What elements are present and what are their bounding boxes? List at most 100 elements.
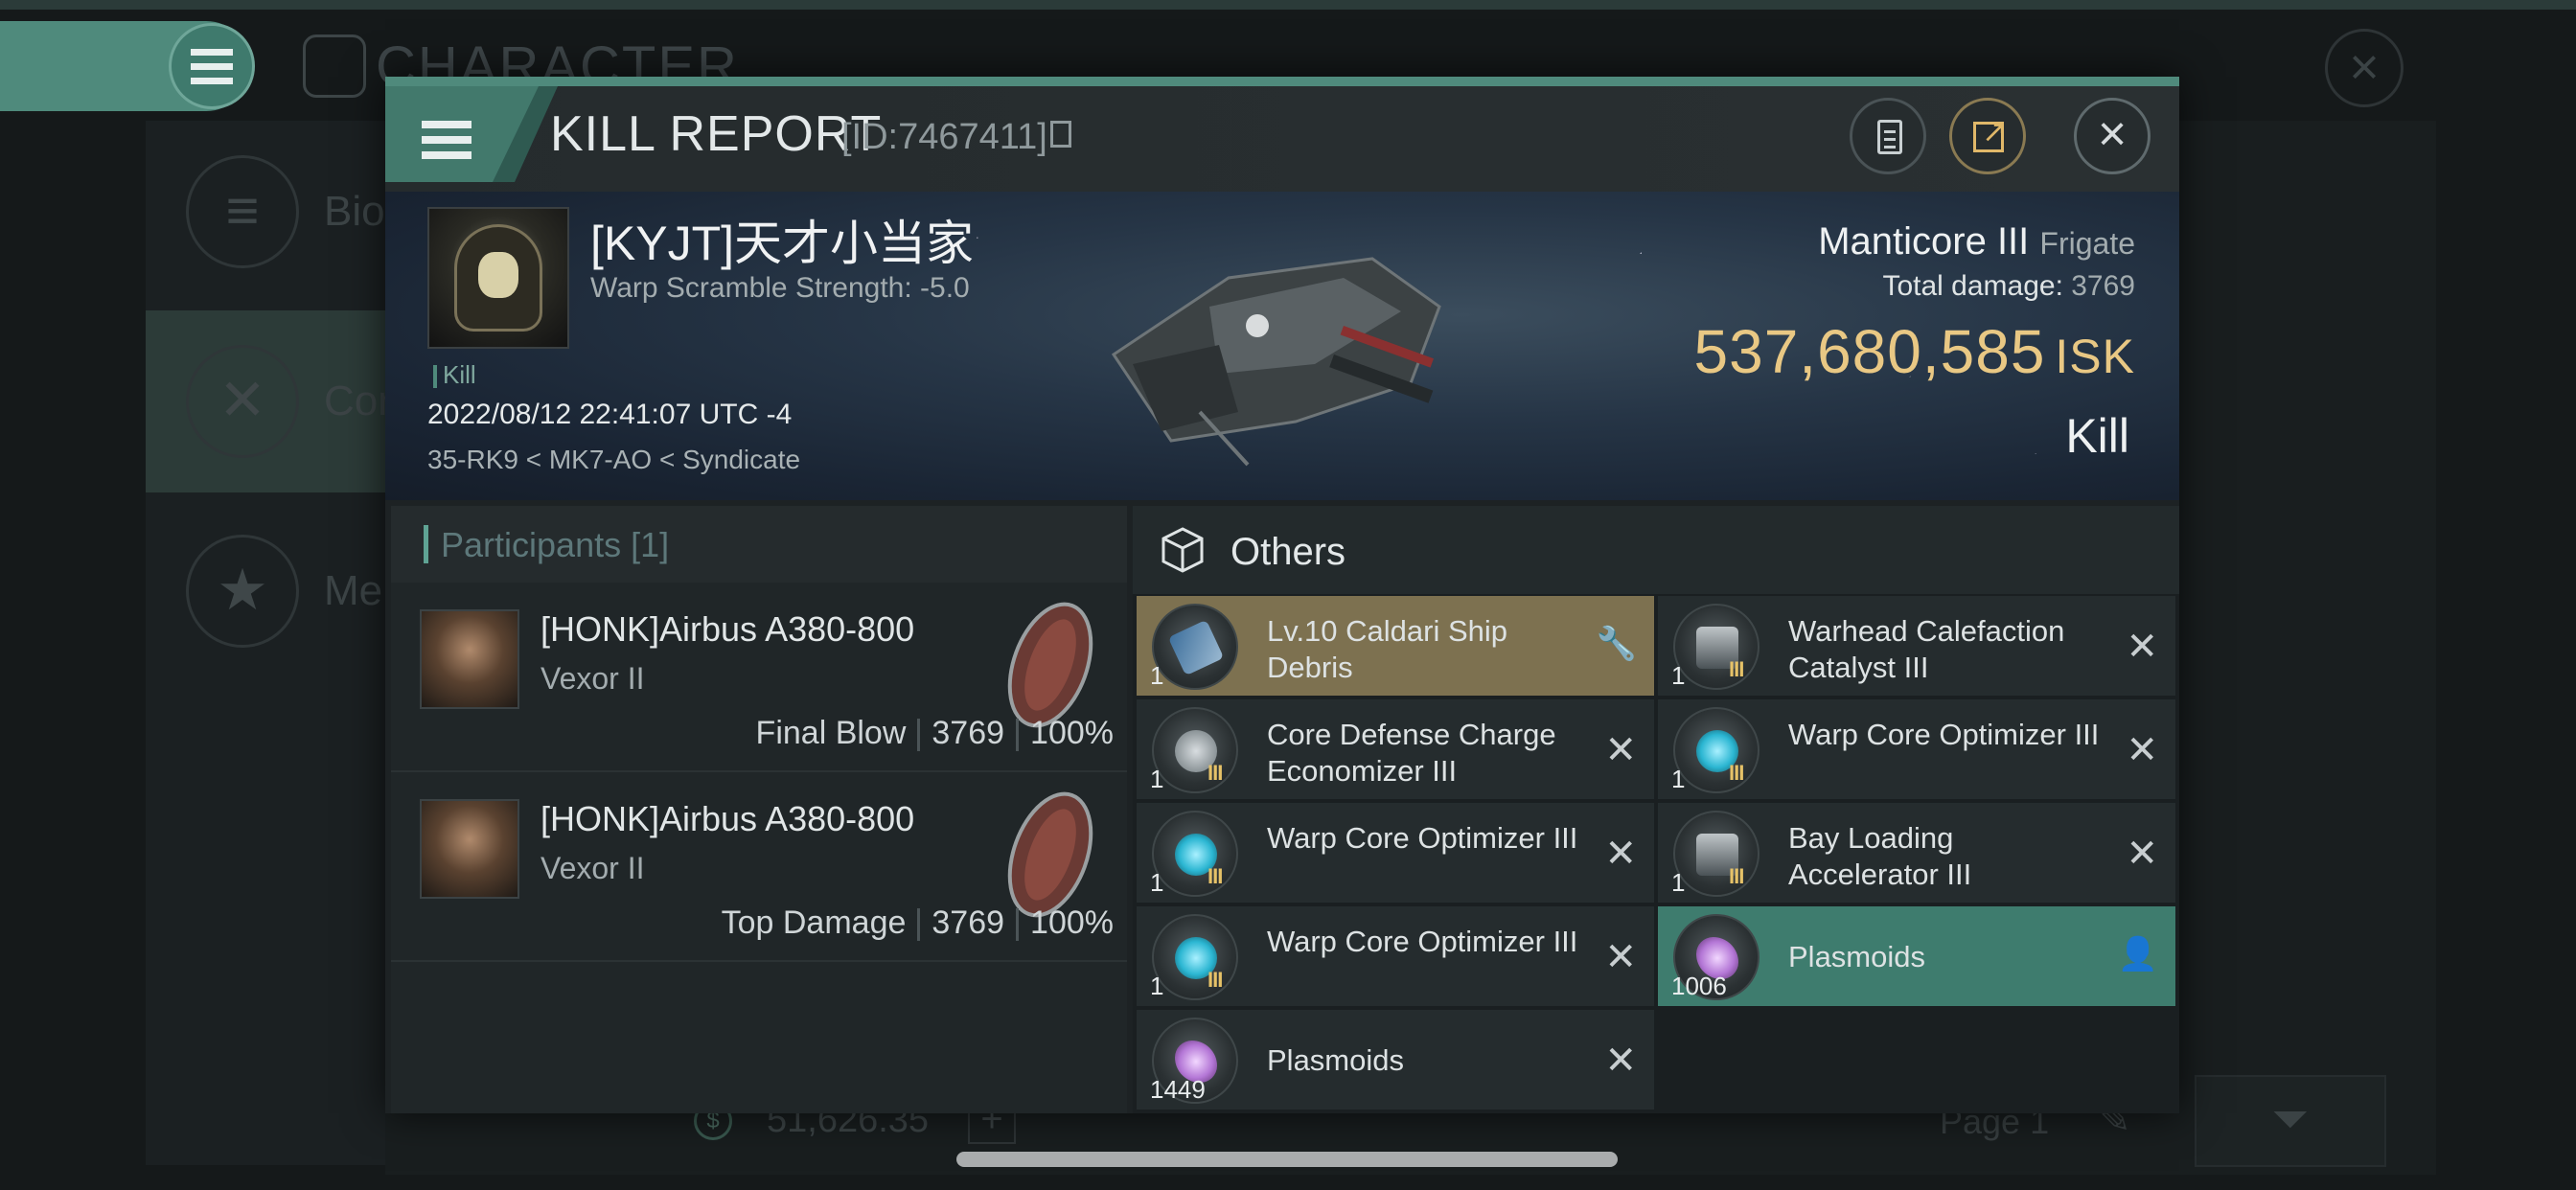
kill-tag-label: Kill [443,360,476,389]
tier-badge: III [1729,657,1744,681]
item-warp-core[interactable]: III 1 Warp Core Optimizer III ✕ [1137,803,1654,904]
menu-icon [191,48,233,84]
menu-icon [422,121,472,159]
filter-button[interactable]: ⏷ [2195,1075,2386,1167]
tier-badge: III [1208,761,1223,785]
warp-scramble-strength: Warp Scramble Strength: -5.0 [590,272,970,304]
attacker-name: [HONK]Airbus A380-800 [540,799,915,838]
participants-title: Participants [1] [441,525,670,564]
hood [454,224,542,332]
items-panel: Others 1 Lv.10 Caldari Ship Debris 🔧 III… [1133,506,2179,1113]
warp-core-icon [1673,707,1760,793]
face [478,252,518,298]
item-name: Lv.10 Caldari Ship Debris [1267,614,1508,684]
item-name: Warp Core Optimizer III [1267,821,1578,855]
screen-close-button[interactable]: × [2325,29,2404,107]
kill-result: Kill [2065,409,2129,463]
item-bay-loading[interactable]: III 1 Bay Loading Accelerator III ✕ [1658,803,2175,904]
item-name: Plasmoids [1267,1043,1404,1077]
attacker-percent: 100% [1030,904,1114,941]
attacker-percent: 100% [1030,715,1114,751]
item-plasmoids-looted[interactable]: 1006 Plasmoids 👤 [1658,906,2175,1008]
item-name: Core Defense Charge Economizer III [1267,718,1556,788]
star-icon: ★ [186,535,299,648]
victim-ship-image[interactable] [1094,220,1459,469]
sidebar-item-label: Me [324,567,383,614]
isk-unit: ISK [2055,330,2135,383]
attacker-ship: Vexor II [540,851,645,885]
participant-row[interactable]: [HONK]Airbus A380-800 Vexor II Top Damag… [391,772,1127,962]
destroyed-icon: ✕ [2126,729,2158,771]
crossed-swords-icon: ✕ [186,345,299,458]
item-quantity: 1 [1671,868,1686,897]
victim-banner: [KYJT]天才小当家 Warp Scramble Strength: -5.0… [385,192,2179,500]
kill-datetime: 2022/08/12 22:41:07 UTC -4 [427,399,793,430]
report-button[interactable] [1850,98,1926,174]
ship-debris-icon [1152,604,1238,690]
kill-id: [ID:7467411] [841,117,1047,157]
bay-loading-icon [1673,811,1760,897]
attacker-ship-image [1007,602,1093,728]
item-quantity: 1 [1150,661,1164,690]
sidebar-item-combat[interactable]: ✕ Cor [146,310,392,492]
item-name: Bay Loading Accelerator III [1788,821,1972,891]
warhead-catalyst-icon [1673,604,1760,690]
total-damage: Total damage: 3769 [1882,270,2135,303]
attacker-portrait[interactable] [420,609,519,709]
sidebar-item-bio[interactable]: ≡ Bio [146,121,385,303]
item-ship-debris[interactable]: 1 Lv.10 Caldari Ship Debris 🔧 [1137,596,1654,698]
item-quantity: 1 [1150,972,1164,1000]
tier-badge: III [1729,864,1744,888]
participant-row[interactable]: [HONK]Airbus A380-800 Vexor II Final Blo… [391,583,1127,772]
sidebar-item-medals[interactable]: ★ Me [146,500,385,682]
attacker-damage: 3769 [932,715,1005,751]
destroyed-icon: ✕ [1604,1040,1637,1082]
item-quantity: 1006 [1671,972,1727,1000]
kill-location[interactable]: 35-RK9 < MK7-AO < Syndicate [427,445,800,475]
attacker-name: [HONK]Airbus A380-800 [540,609,915,649]
items-title: Others [1230,531,1346,573]
items-header: Others [1133,506,2179,594]
attacker-stats: Final Blow 3769 100% [756,715,1114,752]
item-plasmoids[interactable]: 1449 Plasmoids ✕ [1137,1010,1654,1111]
close-button[interactable]: × [2074,98,2150,174]
isk-value: 537,680,585 ISK [1694,316,2136,387]
item-name: Warp Core Optimizer III [1788,718,2100,751]
destroyed-icon: ✕ [1604,833,1637,875]
item-quantity: 1 [1150,765,1164,793]
victim-name[interactable]: [KYJT]天才小当家 [590,205,974,274]
destroyed-icon: ✕ [2126,626,2158,668]
attacker-ship-image [1007,791,1093,918]
character-icon [303,34,366,98]
victim-portrait[interactable] [427,207,569,349]
sidebar-item-label: Bio [324,188,385,235]
item-quantity: 1449 [1150,1075,1206,1104]
total-damage-label: Total damage: [1882,270,2063,302]
kill-report-dialog: KILL REPORT [ID:7467411] × [KYJT]天才小当家 W… [385,77,2179,1113]
wrench-icon: 🔧 [1596,626,1637,662]
attacker-role: Top Damage [721,904,907,941]
home-indicator[interactable] [956,1152,1618,1167]
item-warhead-catalyst[interactable]: III 1 Warhead Calefaction Catalyst III ✕ [1658,596,2175,698]
item-quantity: 1 [1671,661,1686,690]
copy-icon[interactable] [1050,121,1071,148]
cargo-box-icon [1162,527,1204,573]
destroyed-icon: ✕ [1604,936,1637,978]
header-accent [424,525,428,563]
item-core-defense[interactable]: III 1 Core Defense Charge Economizer III… [1137,699,1654,801]
tier-badge: III [1729,761,1744,785]
attacker-portrait[interactable] [420,799,519,899]
attacker-role: Final Blow [755,715,907,751]
clipboard-icon [1877,120,1902,154]
item-warp-core[interactable]: III 1 Warp Core Optimizer III ✕ [1137,906,1654,1008]
share-icon [1973,113,2008,152]
dialog-accent-line [385,77,2179,86]
item-warp-core[interactable]: III 1 Warp Core Optimizer III ✕ [1658,699,2175,801]
item-name: Warhead Calefaction Catalyst III [1788,614,2065,684]
participants-header: Participants [1] [391,506,1127,583]
ship-class-label: Frigate [2039,226,2135,261]
victim-ship-name[interactable]: Manticore III Frigate [1818,220,2135,263]
attacker-stats: Top Damage 3769 100% [722,904,1114,942]
share-button[interactable] [1949,98,2026,174]
main-menu-button[interactable] [169,23,255,109]
